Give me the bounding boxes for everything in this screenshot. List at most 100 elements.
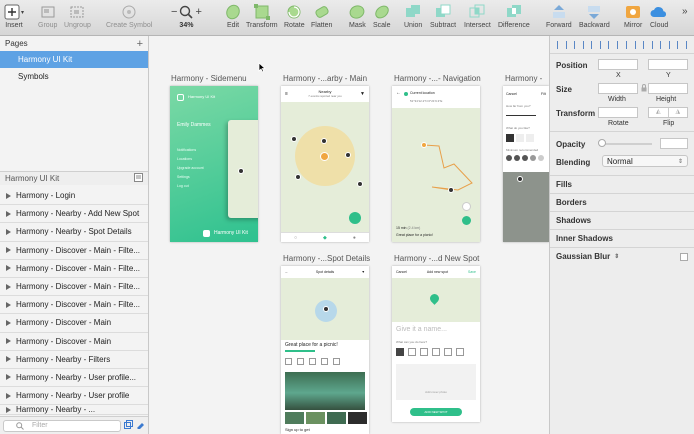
flip-horizontal-icon[interactable]: ◭ <box>649 108 669 117</box>
fills-section[interactable]: Fills <box>550 175 694 193</box>
flatten-button[interactable]: Flatten <box>311 3 332 29</box>
disclosure-triangle-icon[interactable] <box>6 319 11 326</box>
align-left-icon[interactable] <box>556 40 567 49</box>
collapse-layers-icon[interactable] <box>134 173 143 184</box>
disclosure-triangle-icon[interactable] <box>6 301 11 308</box>
disclosure-triangle-icon[interactable] <box>6 247 11 254</box>
spot-map <box>281 278 369 340</box>
disclosure-triangle-icon[interactable] <box>6 338 11 345</box>
layer-item[interactable]: Harmony - Nearby - ... <box>0 405 148 416</box>
new-spot-map <box>392 278 480 322</box>
disclosure-triangle-icon[interactable] <box>6 265 11 272</box>
position-y-field[interactable] <box>648 59 688 70</box>
insert-button[interactable]: ▾ Insert <box>4 3 24 29</box>
artboard-title-navigation[interactable]: Harmony -...- Navigation <box>394 74 481 83</box>
zoom-in-button[interactable]: + <box>195 6 201 18</box>
width-field[interactable] <box>598 83 638 94</box>
artboard-filters[interactable]: Cancel Filt How far from you? What do yo… <box>503 86 549 242</box>
cloud-button[interactable]: Cloud <box>650 3 668 29</box>
distribute-horizontal-icon[interactable] <box>660 40 671 49</box>
intersect-button[interactable]: Intersect <box>464 3 491 29</box>
export-layers-icon[interactable] <box>124 420 133 431</box>
pen-tool-icon[interactable] <box>136 420 145 431</box>
artboard-title-new-spot[interactable]: Harmony -...d New Spot <box>394 254 479 263</box>
zoom-out-button[interactable]: − <box>171 6 177 18</box>
layer-item[interactable]: Harmony - Discover - Main - Filte... <box>0 278 148 297</box>
ungroup-button[interactable]: Ungroup <box>64 3 91 29</box>
toolbar-overflow-button[interactable]: » <box>682 6 688 17</box>
align-bottom-icon[interactable] <box>642 40 653 49</box>
layer-item[interactable]: Harmony - Nearby - User profile <box>0 387 148 406</box>
filter-input[interactable]: Filter <box>3 419 121 432</box>
edit-button[interactable]: Edit <box>225 3 241 29</box>
layer-item[interactable]: Harmony - Nearby - User profile... <box>0 369 148 388</box>
disclosure-triangle-icon[interactable] <box>6 406 11 413</box>
mirror-button[interactable]: Mirror <box>624 3 642 29</box>
page-item-symbols[interactable]: Symbols <box>0 68 148 85</box>
layer-item[interactable]: Harmony - Discover - Main <box>0 314 148 333</box>
cursor-icon <box>258 62 266 73</box>
rating-stars <box>285 350 315 352</box>
artboard-title-filters[interactable]: Harmony - <box>505 74 542 83</box>
layer-item[interactable]: Harmony - Login <box>0 187 148 206</box>
artboard-navigation[interactable]: ← Current location 51°34'12.2"N 0°21'9.3… <box>392 86 480 242</box>
borders-section[interactable]: Borders <box>550 193 694 211</box>
mask-button[interactable]: Mask <box>349 3 366 29</box>
subtract-button[interactable]: Subtract <box>430 3 456 29</box>
flip-vertical-icon[interactable]: ◮ <box>669 108 688 117</box>
artboard-nearby-main[interactable]: ≡ Nearby 7 events reported near you ▼ ○ … <box>281 86 369 242</box>
forward-button[interactable]: Forward <box>546 3 572 29</box>
opacity-field[interactable] <box>660 138 688 149</box>
lock-icon[interactable] <box>641 84 647 94</box>
blur-checkbox[interactable] <box>680 253 688 261</box>
rotate-button[interactable]: Rotate <box>284 3 305 29</box>
inner-shadows-section[interactable]: Inner Shadows <box>550 229 694 247</box>
disclosure-triangle-icon[interactable] <box>6 228 11 235</box>
layer-item[interactable]: Harmony - Discover - Main - Filte... <box>0 242 148 260</box>
disclosure-triangle-icon[interactable] <box>6 283 11 290</box>
position-x-field[interactable] <box>598 59 638 70</box>
layer-item[interactable]: Harmony - Nearby - Filters <box>0 351 148 369</box>
align-top-icon[interactable] <box>608 40 619 49</box>
artboard-title-spot-details[interactable]: Harmony -...Spot Details <box>283 254 370 263</box>
opacity-slider-knob[interactable] <box>598 139 606 147</box>
flip-buttons[interactable]: ◭ ◮ <box>648 107 688 118</box>
rotate-field[interactable] <box>598 107 638 118</box>
artboard-title-nearby-main[interactable]: Harmony -...arby - Main <box>283 74 367 83</box>
scale-button[interactable]: Scale <box>373 3 391 29</box>
difference-button[interactable]: Difference <box>498 3 530 29</box>
layer-item[interactable]: Harmony - Nearby - Add New Spot <box>0 205 148 224</box>
layer-item[interactable]: Harmony - Nearby - Spot Details <box>0 223 148 242</box>
align-middle-icon[interactable] <box>625 40 636 49</box>
height-field[interactable] <box>648 83 688 94</box>
zoom-control[interactable]: − + 34% <box>171 3 202 29</box>
blending-select[interactable]: Normal ⇕ <box>602 155 688 167</box>
artboard-sidemenu[interactable]: Harmony UI Kit Emily Dammes Notification… <box>170 86 258 242</box>
group-button[interactable]: Group <box>38 3 57 29</box>
page-item-harmony-ui-kit[interactable]: Harmony UI Kit <box>0 51 148 68</box>
disclosure-triangle-icon[interactable] <box>6 374 11 381</box>
layer-item[interactable]: Harmony - Discover - Main - Filte... <box>0 296 148 315</box>
artboard-new-spot[interactable]: Cancel Add new spot Save Give it a name.… <box>392 266 480 422</box>
disclosure-triangle-icon[interactable] <box>6 392 11 399</box>
disclosure-triangle-icon[interactable] <box>6 210 11 217</box>
disclosure-triangle-icon[interactable] <box>6 192 11 199</box>
layer-item[interactable]: Harmony - Discover - Main <box>0 333 148 351</box>
brand-logo-icon <box>203 230 210 237</box>
transform-button[interactable]: Transform <box>246 3 278 29</box>
opacity-slider[interactable] <box>600 143 652 145</box>
create-symbol-button[interactable]: Create Symbol <box>106 3 152 29</box>
gaussian-blur-section[interactable]: Gaussian Blur ⇕ <box>550 247 694 265</box>
artboard-spot-details[interactable]: ← Spot details ▼ Great place for a picni… <box>281 266 369 434</box>
artboard-title-sidemenu[interactable]: Harmony - Sidemenu <box>171 74 247 83</box>
layer-item[interactable]: Harmony - Discover - Main - Filte... <box>0 260 148 278</box>
add-page-button[interactable]: + <box>137 38 143 50</box>
distribute-vertical-icon[interactable] <box>677 40 688 49</box>
align-center-icon[interactable] <box>573 40 584 49</box>
align-right-icon[interactable] <box>591 40 602 49</box>
shadows-section[interactable]: Shadows <box>550 211 694 229</box>
disclosure-triangle-icon[interactable] <box>6 356 11 363</box>
backward-button[interactable]: Backward <box>579 3 610 29</box>
union-button[interactable]: Union <box>404 3 422 29</box>
canvas[interactable]: Harmony - Sidemenu Harmony -...arby - Ma… <box>149 36 549 434</box>
